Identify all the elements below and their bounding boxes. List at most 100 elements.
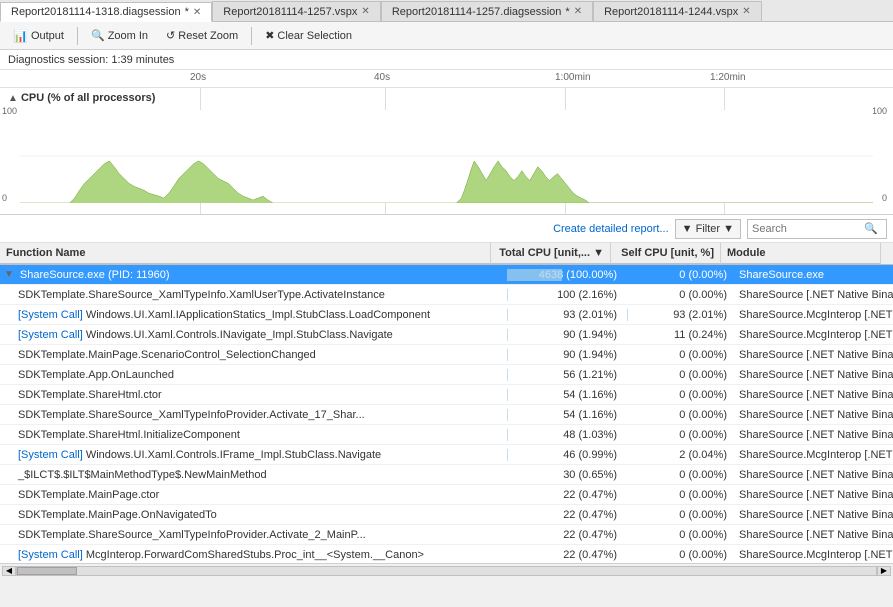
zoom-in-icon: 🔍 — [91, 29, 105, 42]
tab-close-icon[interactable]: ✕ — [574, 6, 582, 17]
total-cpu-value: 54 (1.16%) — [563, 389, 617, 401]
tab-vspx-1257[interactable]: Report20181114-1257.vspx ✕ — [212, 1, 381, 21]
td-total-cpu: 90 (1.94%) — [503, 325, 623, 345]
table-row[interactable]: _$ILCT$.$ILT$MainMethodType$.NewMainMeth… — [0, 465, 893, 485]
timeline: 20s 40s 1:00min 1:20min ▲ CPU (% of all … — [0, 70, 893, 215]
table-row[interactable]: SDKTemplate.MainPage.ctor22 (0.47%)0 (0.… — [0, 485, 893, 505]
tab-close-icon[interactable]: ✕ — [742, 6, 750, 17]
table-row[interactable]: SDKTemplate.ShareHtml.ctor54 (1.16%)0 (0… — [0, 385, 893, 405]
td-total-cpu: 48 (1.03%) — [503, 425, 623, 445]
td-total-cpu: 4638 (100.00%) — [503, 265, 623, 285]
td-self-cpu: 0 (0.00%) — [623, 365, 733, 385]
td-self-cpu: 0 (0.00%) — [623, 485, 733, 505]
tab-modified: * — [185, 6, 189, 18]
tab-bar: Report20181114-1318.diagsession * ✕ Repo… — [0, 0, 893, 22]
tab-label: Report20181114-1318.diagsession — [11, 6, 181, 18]
total-cpu-bar — [507, 329, 508, 341]
total-cpu-value: 90 (1.94%) — [563, 329, 617, 341]
td-function-name: _$ILCT$.$ILT$MainMethodType$.NewMainMeth… — [0, 465, 503, 485]
td-self-cpu: 0 (0.00%) — [623, 465, 733, 485]
search-box[interactable]: 🔍 — [747, 219, 887, 239]
expand-icon[interactable]: ▼ — [4, 269, 14, 280]
table-row[interactable]: SDKTemplate.ShareHtml.InitializeComponen… — [0, 425, 893, 445]
td-total-cpu: 54 (1.16%) — [503, 405, 623, 425]
total-cpu-bar — [507, 309, 508, 321]
tab-diagsession-1257[interactable]: Report20181114-1257.diagsession * ✕ — [381, 1, 593, 21]
function-name-text: SDKTemplate.ShareSource_XamlTypeInfoProv… — [18, 409, 365, 421]
td-self-cpu: 2 (0.04%) — [623, 445, 733, 465]
table-row[interactable]: [System Call] Windows.UI.Xaml.IApplicati… — [0, 305, 893, 325]
horizontal-scrollbar[interactable]: ◀ ▶ — [0, 563, 893, 577]
td-module: ShareSource [.NET Native Binary: S — [733, 505, 893, 525]
search-input[interactable] — [752, 223, 862, 235]
th-total-cpu[interactable]: Total CPU [unit,... ▼ — [491, 243, 611, 264]
td-self-cpu: 0 (0.00%) — [623, 425, 733, 445]
create-report-link[interactable]: Create detailed report... — [553, 223, 669, 235]
scroll-left-arrow[interactable]: ◀ — [2, 566, 16, 576]
table-row[interactable]: SDKTemplate.ShareSource_XamlTypeInfoProv… — [0, 525, 893, 545]
total-cpu-value: 56 (1.21%) — [563, 369, 617, 381]
scrollbar-thumb[interactable] — [17, 567, 77, 575]
tab-diagsession-active[interactable]: Report20181114-1318.diagsession * ✕ — [0, 2, 212, 22]
td-function-name: ▼ ShareSource.exe (PID: 11960) — [0, 265, 503, 285]
total-cpu-value: 90 (1.94%) — [563, 349, 617, 361]
table-row[interactable]: [System Call] McgInterop.ForwardComShare… — [0, 545, 893, 563]
table-row[interactable]: SDKTemplate.ShareSource_XamlTypeInfoProv… — [0, 405, 893, 425]
table-row[interactable]: SDKTemplate.App.OnLaunched 56 (1.21%) 0 (0… — [0, 365, 893, 385]
bottom-toolbar: Create detailed report... ▼ Filter ▼ 🔍 — [0, 215, 893, 243]
zoom-in-button[interactable]: 🔍 Zoom In — [84, 25, 155, 47]
cpu-chart — [20, 110, 873, 203]
table-row[interactable]: SDKTemplate.ShareSource_XamlTypeInfo.Xam… — [0, 285, 893, 305]
function-name-text: SDKTemplate.App.OnLaunched — [18, 369, 174, 381]
tab-close-icon[interactable]: ✕ — [361, 6, 369, 17]
td-module: ShareSource [.NET Native Binary: S — [733, 465, 893, 485]
function-name-text: SDKTemplate.ShareSource_XamlTypeInfoProv… — [18, 529, 366, 541]
td-total-cpu: 46 (0.99%) — [503, 445, 623, 465]
td-function-name: SDKTemplate.ShareHtml.InitializeComponen… — [0, 425, 503, 445]
td-function-name: [System Call] Windows.UI.Xaml.Controls.I… — [0, 325, 503, 345]
total-cpu-value: 22 (0.47%) — [563, 549, 617, 561]
td-function-name: [System Call] McgInterop.ForwardComShare… — [0, 545, 503, 564]
system-call-label: [System Call] — [18, 309, 86, 321]
table-row[interactable]: [System Call] Windows.UI.Xaml.Controls.I… — [0, 445, 893, 465]
total-cpu-bar — [507, 449, 508, 461]
search-icon: 🔍 — [864, 222, 878, 235]
td-self-cpu: 0 (0.00%) — [623, 545, 733, 564]
td-function-name: SDKTemplate.MainPage.OnNavigatedTo — [0, 505, 503, 525]
table-row[interactable]: [System Call] Windows.UI.Xaml.Controls.I… — [0, 325, 893, 345]
scroll-right-arrow[interactable]: ▶ — [877, 566, 891, 576]
th-function-name: Function Name — [0, 243, 491, 264]
self-cpu-value: 0 (0.00%) — [679, 529, 727, 541]
td-total-cpu: 100 (2.16%) — [503, 285, 623, 305]
clear-selection-icon: ✖ — [265, 29, 274, 42]
function-name-text: SDKTemplate.ShareSource_XamlTypeInfo.Xam… — [18, 289, 385, 301]
table-row[interactable]: SDKTemplate.MainPage.ScenarioControl_Sel… — [0, 345, 893, 365]
clear-selection-button[interactable]: ✖ Clear Selection — [258, 25, 359, 47]
total-cpu-value: 30 (0.65%) — [563, 469, 617, 481]
function-name-text: [System Call] McgInterop.ForwardComShare… — [18, 549, 424, 561]
total-cpu-value: 54 (1.16%) — [563, 409, 617, 421]
tick-1-20min: 1:20min — [710, 72, 746, 83]
td-module: ShareSource.McgInterop [.NET Nat — [733, 305, 893, 325]
function-name-text: ShareSource.exe (PID: 11960) — [20, 269, 170, 281]
td-module: ShareSource [.NET Native Binary: S — [733, 485, 893, 505]
reset-zoom-button[interactable]: ↺ Reset Zoom — [159, 25, 245, 47]
filter-button[interactable]: ▼ Filter ▼ — [675, 219, 741, 239]
self-cpu-value: 11 (0.24%) — [674, 329, 727, 341]
td-module: ShareSource [.NET Native Binary: S — [733, 405, 893, 425]
scrollbar-track[interactable] — [16, 566, 877, 576]
table-row[interactable]: SDKTemplate.MainPage.OnNavigatedTo22 (0.… — [0, 505, 893, 525]
system-call-label: [System Call] — [18, 329, 86, 341]
td-function-name: SDKTemplate.App.OnLaunched — [0, 365, 503, 385]
td-self-cpu: 0 (0.00%) — [623, 505, 733, 525]
table-row[interactable]: ▼ ShareSource.exe (PID: 11960)4638 (100.… — [0, 265, 893, 285]
td-total-cpu: 22 (0.47%) — [503, 505, 623, 525]
tab-vspx-1244[interactable]: Report20181114-1244.vspx ✕ — [593, 1, 762, 21]
table-body: ▼ ShareSource.exe (PID: 11960)4638 (100.… — [0, 265, 893, 563]
td-total-cpu: 56 (1.21%) — [503, 365, 623, 385]
self-cpu-value: 0 (0.00%) — [679, 369, 727, 381]
tab-close-icon[interactable]: ✕ — [193, 7, 201, 18]
self-cpu-bar — [627, 309, 628, 321]
td-module: ShareSource.exe — [733, 265, 893, 285]
output-button[interactable]: 📊 Output — [6, 25, 71, 47]
